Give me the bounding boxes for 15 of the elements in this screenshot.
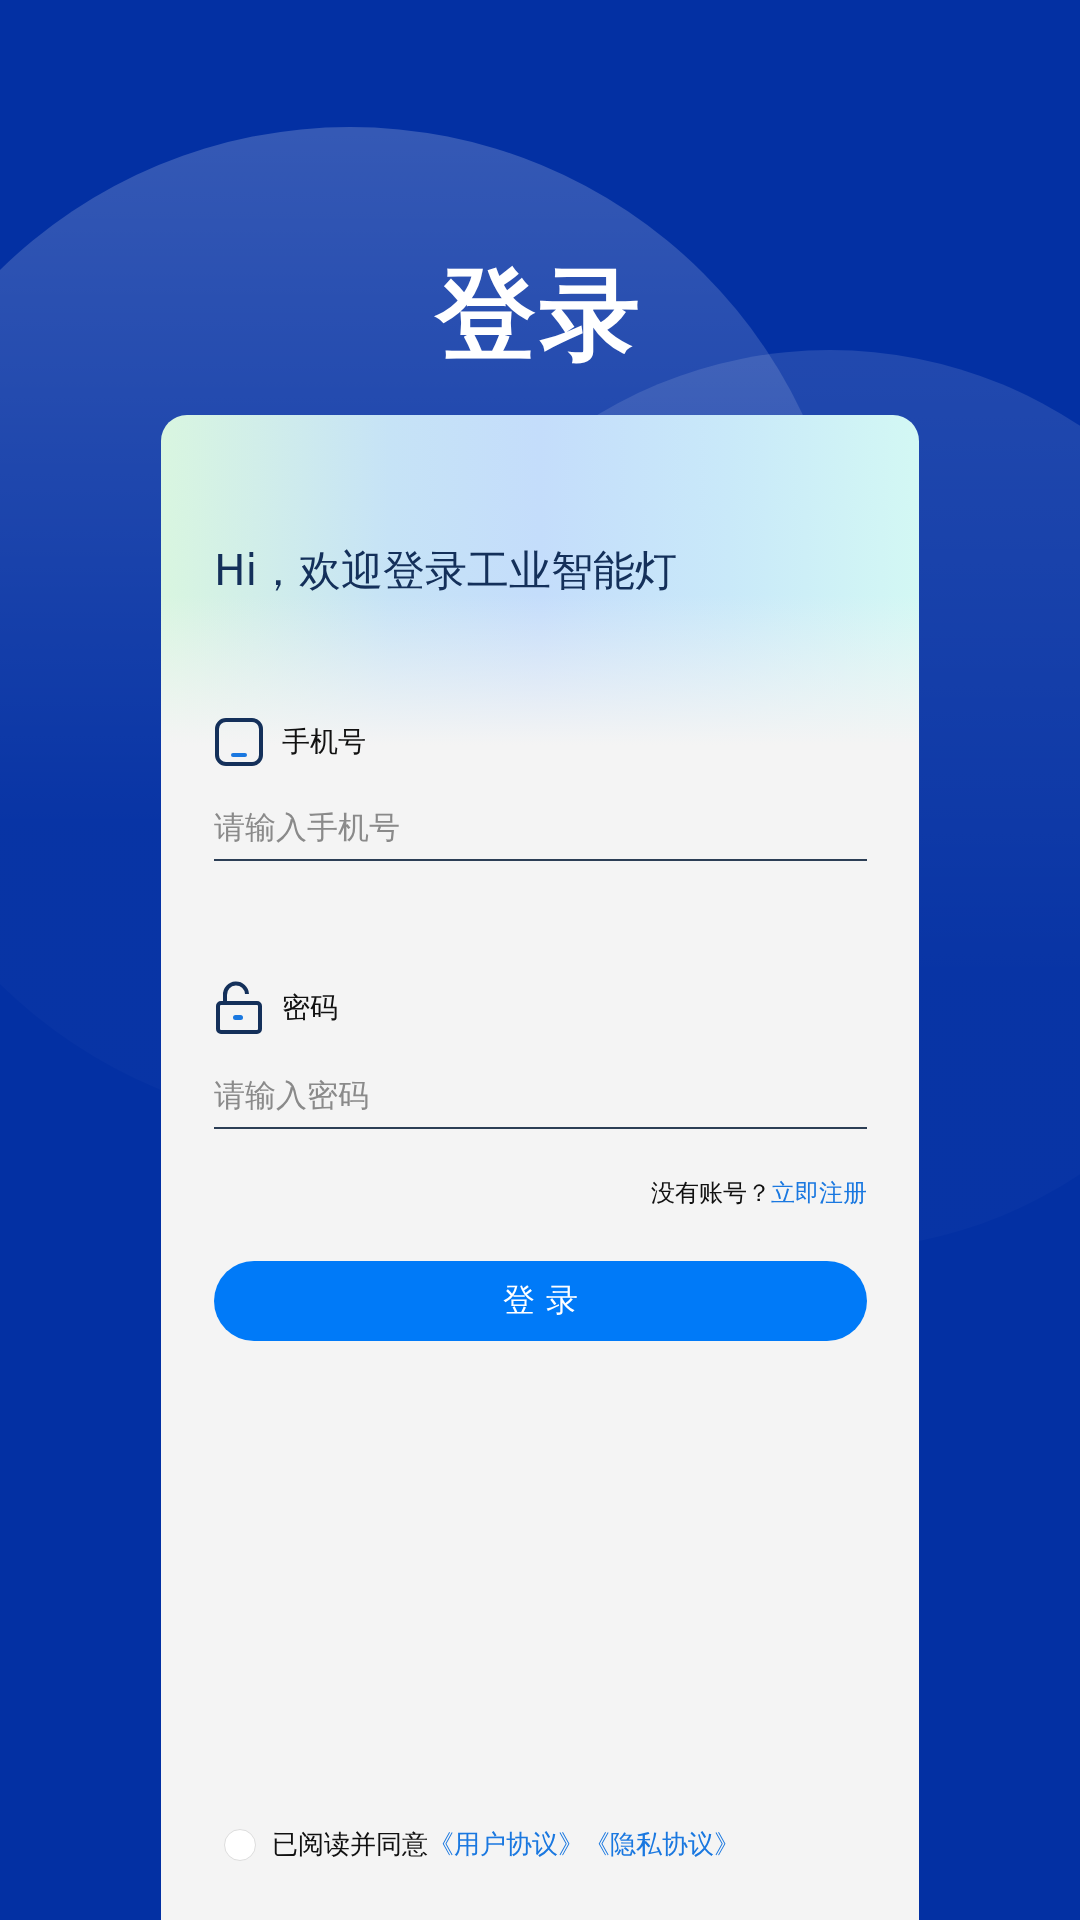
field-label: 手机号 [282,724,366,760]
field-label: 密码 [282,990,338,1026]
register-prompt: 没有账号？ [651,1178,771,1209]
agreement-link[interactable]: 《用户协议》 [428,1827,584,1862]
agreement-link[interactable]: 《隐私协议》 [584,1827,740,1862]
register-link[interactable]: 立即注册 [771,1177,867,1209]
input-field[interactable]: 请输入手机号 [214,809,867,861]
login-button[interactable]: 登 录 [214,1261,867,1341]
phone-icon [214,717,264,767]
agreement-radio[interactable] [224,1828,256,1861]
unlocked-padlock-icon [214,981,264,1035]
agreement-text: 已阅读并同意 [272,1828,428,1861]
welcome-heading: Hi，欢迎登录工业智能灯 [214,545,679,597]
input-field[interactable]: 请输入密码 [214,1077,867,1129]
page-title: 登录 [436,255,644,375]
